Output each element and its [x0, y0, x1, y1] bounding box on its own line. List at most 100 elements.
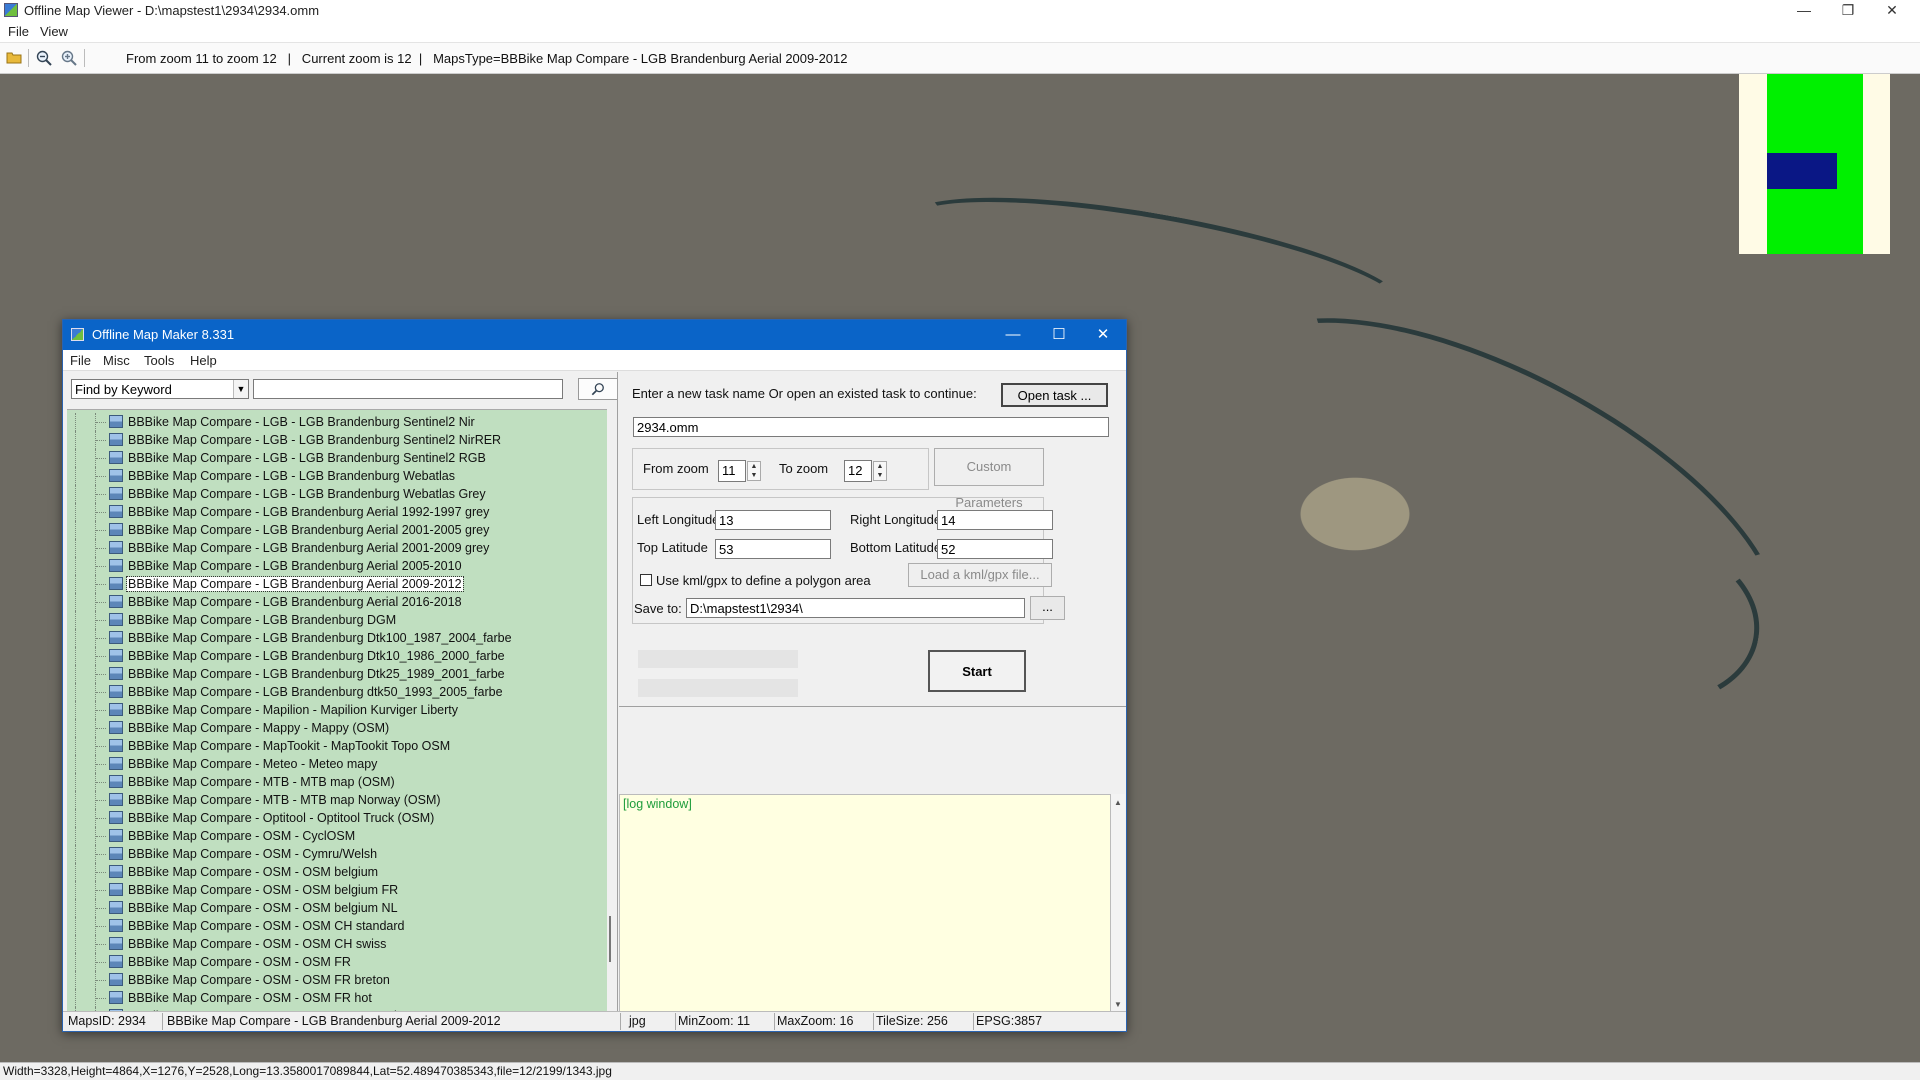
- task-name-field[interactable]: 2934.omm: [633, 417, 1109, 437]
- kml-checkbox-label[interactable]: Use kml/gpx to define a polygon area: [656, 573, 871, 588]
- tree-item[interactable]: BBBike Map Compare - LGB Brandenburg Aer…: [67, 575, 607, 593]
- viewer-status-text: Width=3328,Height=4864,X=1276,Y=2528,Lon…: [3, 1064, 612, 1078]
- tree-item[interactable]: BBBike Map Compare - LGB Brandenburg DGM: [67, 611, 607, 629]
- minimap-viewport[interactable]: [1767, 153, 1837, 189]
- map-layer-icon: [109, 721, 123, 734]
- tree-item[interactable]: BBBike Map Compare - LGB Brandenburg Dtk…: [67, 665, 607, 683]
- search-icon: [591, 383, 604, 396]
- tree-item-label: BBBike Map Compare - LGB Brandenburg Aer…: [128, 523, 490, 537]
- load-kml-button[interactable]: Load a kml/gpx file...: [908, 563, 1052, 587]
- offline-map-maker-dialog: Offline Map Maker 8.331 — ☐ ✕ File Misc …: [62, 319, 1127, 1032]
- open-task-button[interactable]: Open task ...: [1001, 383, 1108, 407]
- menu-file[interactable]: File: [70, 353, 91, 368]
- tree-item[interactable]: BBBike Map Compare - MapTookit - MapTook…: [67, 737, 607, 755]
- tree-item[interactable]: BBBike Map Compare - OSM - OSM belgium F…: [67, 881, 607, 899]
- from-zoom-field[interactable]: 11: [718, 460, 746, 482]
- chevron-down-icon[interactable]: ▼: [233, 380, 248, 398]
- kml-checkbox[interactable]: [640, 574, 652, 586]
- tree-item[interactable]: BBBike Map Compare - Mappy - Mappy (OSM): [67, 719, 607, 737]
- menu-misc[interactable]: Misc: [103, 353, 130, 368]
- tree-item[interactable]: BBBike Map Compare - OSM - OSM belgium: [67, 863, 607, 881]
- menu-view[interactable]: View: [40, 24, 68, 39]
- status-max-zoom: MaxZoom: 16: [777, 1014, 854, 1028]
- restore-button[interactable]: ❐: [1826, 0, 1870, 22]
- minimize-button[interactable]: —: [1782, 0, 1826, 22]
- zoom-out-icon[interactable]: [35, 50, 53, 66]
- progress-bar-2: [638, 679, 798, 697]
- dialog-maximize-button[interactable]: ☐: [1036, 320, 1082, 350]
- minimap[interactable]: [1739, 74, 1890, 254]
- tree-item[interactable]: BBBike Map Compare - OSM - OSM CH swiss: [67, 935, 607, 953]
- map-layer-icon: [109, 703, 123, 716]
- tree-item[interactable]: BBBike Map Compare - OSM - OSM FR hot: [67, 989, 607, 1007]
- status-map-name: BBBike Map Compare - LGB Brandenburg Aer…: [167, 1014, 501, 1028]
- start-button[interactable]: Start: [928, 650, 1026, 692]
- tree-item[interactable]: BBBike Map Compare - LGB Brandenburg Dtk…: [67, 629, 607, 647]
- tree-item[interactable]: BBBike Map Compare - LGB Brandenburg Dtk…: [67, 647, 607, 665]
- tree-item[interactable]: BBBike Map Compare - Meteo - Meteo mapy: [67, 755, 607, 773]
- tree-item[interactable]: BBBike Map Compare - LGB - LGB Brandenbu…: [67, 413, 607, 431]
- tree-item[interactable]: BBBike Map Compare - LGB - LGB Brandenbu…: [67, 431, 607, 449]
- tree-item[interactable]: BBBike Map Compare - LGB Brandenburg Aer…: [67, 593, 607, 611]
- to-zoom-field[interactable]: 12: [844, 460, 872, 482]
- browse-button[interactable]: ...: [1030, 596, 1065, 620]
- section-divider: [619, 706, 1126, 709]
- tree-item[interactable]: BBBike Map Compare - LGB - LGB Brandenbu…: [67, 467, 607, 485]
- log-window[interactable]: [log window]: [619, 794, 1111, 1014]
- bottom-latitude-field[interactable]: 52: [937, 539, 1053, 559]
- tree-item[interactable]: BBBike Map Compare - LGB Brandenburg dtk…: [67, 683, 607, 701]
- scroll-up-icon[interactable]: ▲: [1114, 798, 1122, 807]
- top-latitude-field[interactable]: 53: [715, 539, 831, 559]
- tree-item[interactable]: BBBike Map Compare - LGB - LGB Brandenbu…: [67, 449, 607, 467]
- dialog-titlebar[interactable]: Offline Map Maker 8.331 — ☐ ✕: [63, 320, 1126, 350]
- tree-item[interactable]: BBBike Map Compare - Mapilion - Mapilion…: [67, 701, 607, 719]
- search-input[interactable]: [253, 379, 563, 399]
- tree-item[interactable]: BBBike Map Compare - OSM - OSM FR breton: [67, 971, 607, 989]
- close-button[interactable]: ✕: [1870, 0, 1914, 22]
- right-longitude-label: Right Longitude: [850, 512, 942, 527]
- menu-file[interactable]: File: [8, 24, 29, 39]
- tree-item[interactable]: BBBike Map Compare - LGB - LGB Brandenbu…: [67, 485, 607, 503]
- menu-tools[interactable]: Tools: [144, 353, 174, 368]
- search-button[interactable]: [578, 378, 618, 400]
- left-longitude-field[interactable]: 13: [715, 510, 831, 530]
- tree-item-label: BBBike Map Compare - Optitool - Optitool…: [128, 811, 435, 825]
- zoom-in-icon[interactable]: [60, 50, 78, 66]
- right-longitude-field[interactable]: 14: [937, 510, 1053, 530]
- tree-item[interactable]: BBBike Map Compare - OSM - OSM CH standa…: [67, 917, 607, 935]
- to-zoom-spinner[interactable]: ▲ ▼: [873, 461, 887, 481]
- log-scrollbar[interactable]: ▲ ▼: [1111, 794, 1125, 1014]
- tree-item[interactable]: BBBike Map Compare - OSM - Cymru/Welsh: [67, 845, 607, 863]
- tree-item[interactable]: BBBike Map Compare - MTB - MTB map (OSM): [67, 773, 607, 791]
- save-to-field[interactable]: D:\mapstest1\2934\: [686, 598, 1025, 618]
- to-zoom-label: To zoom: [779, 461, 829, 476]
- tree-item[interactable]: BBBike Map Compare - MTB - MTB map Norwa…: [67, 791, 607, 809]
- tree-item[interactable]: BBBike Map Compare - Optitool - Optitool…: [67, 809, 607, 827]
- map-layer-icon: [109, 649, 123, 662]
- map-layer-icon: [109, 919, 123, 932]
- scroll-down-icon[interactable]: ▼: [1114, 1000, 1122, 1009]
- tree-item[interactable]: BBBike Map Compare - OSM - OSM FR: [67, 953, 607, 971]
- search-type-select[interactable]: Find by Keyword ▼: [71, 379, 249, 399]
- tree-scrollbar[interactable]: [609, 916, 611, 962]
- map-layer-icon: [109, 451, 123, 464]
- status-maps-id: MapsID: 2934: [68, 1014, 146, 1028]
- tree-item[interactable]: BBBike Map Compare - OSM - OSM belgium N…: [67, 899, 607, 917]
- tree-item-label: BBBike Map Compare - MapTookit - MapTook…: [128, 739, 451, 753]
- tree-item-label: BBBike Map Compare - MTB - MTB map (OSM): [128, 775, 395, 789]
- tree-item[interactable]: BBBike Map Compare - LGB Brandenburg Aer…: [67, 539, 607, 557]
- map-type-tree[interactable]: BBBike Map Compare - LGB - LGB Brandenbu…: [67, 409, 607, 1011]
- tree-item[interactable]: BBBike Map Compare - LGB Brandenburg Aer…: [67, 557, 607, 575]
- open-folder-icon[interactable]: [5, 50, 23, 66]
- left-longitude-label: Left Longitude: [637, 512, 720, 527]
- custom-parameters-button[interactable]: Custom Parameters: [934, 448, 1044, 510]
- menu-help[interactable]: Help: [190, 353, 217, 368]
- map-layer-icon: [109, 757, 123, 770]
- dialog-close-button[interactable]: ✕: [1080, 320, 1126, 350]
- tree-item[interactable]: BBBike Map Compare - LGB Brandenburg Aer…: [67, 503, 607, 521]
- tree-item-label: BBBike Map Compare - OSM - OSM FR hot: [128, 991, 372, 1005]
- from-zoom-spinner[interactable]: ▲ ▼: [747, 461, 761, 481]
- dialog-minimize-button[interactable]: —: [990, 320, 1036, 350]
- tree-item[interactable]: BBBike Map Compare - OSM - CyclOSM: [67, 827, 607, 845]
- tree-item[interactable]: BBBike Map Compare - LGB Brandenburg Aer…: [67, 521, 607, 539]
